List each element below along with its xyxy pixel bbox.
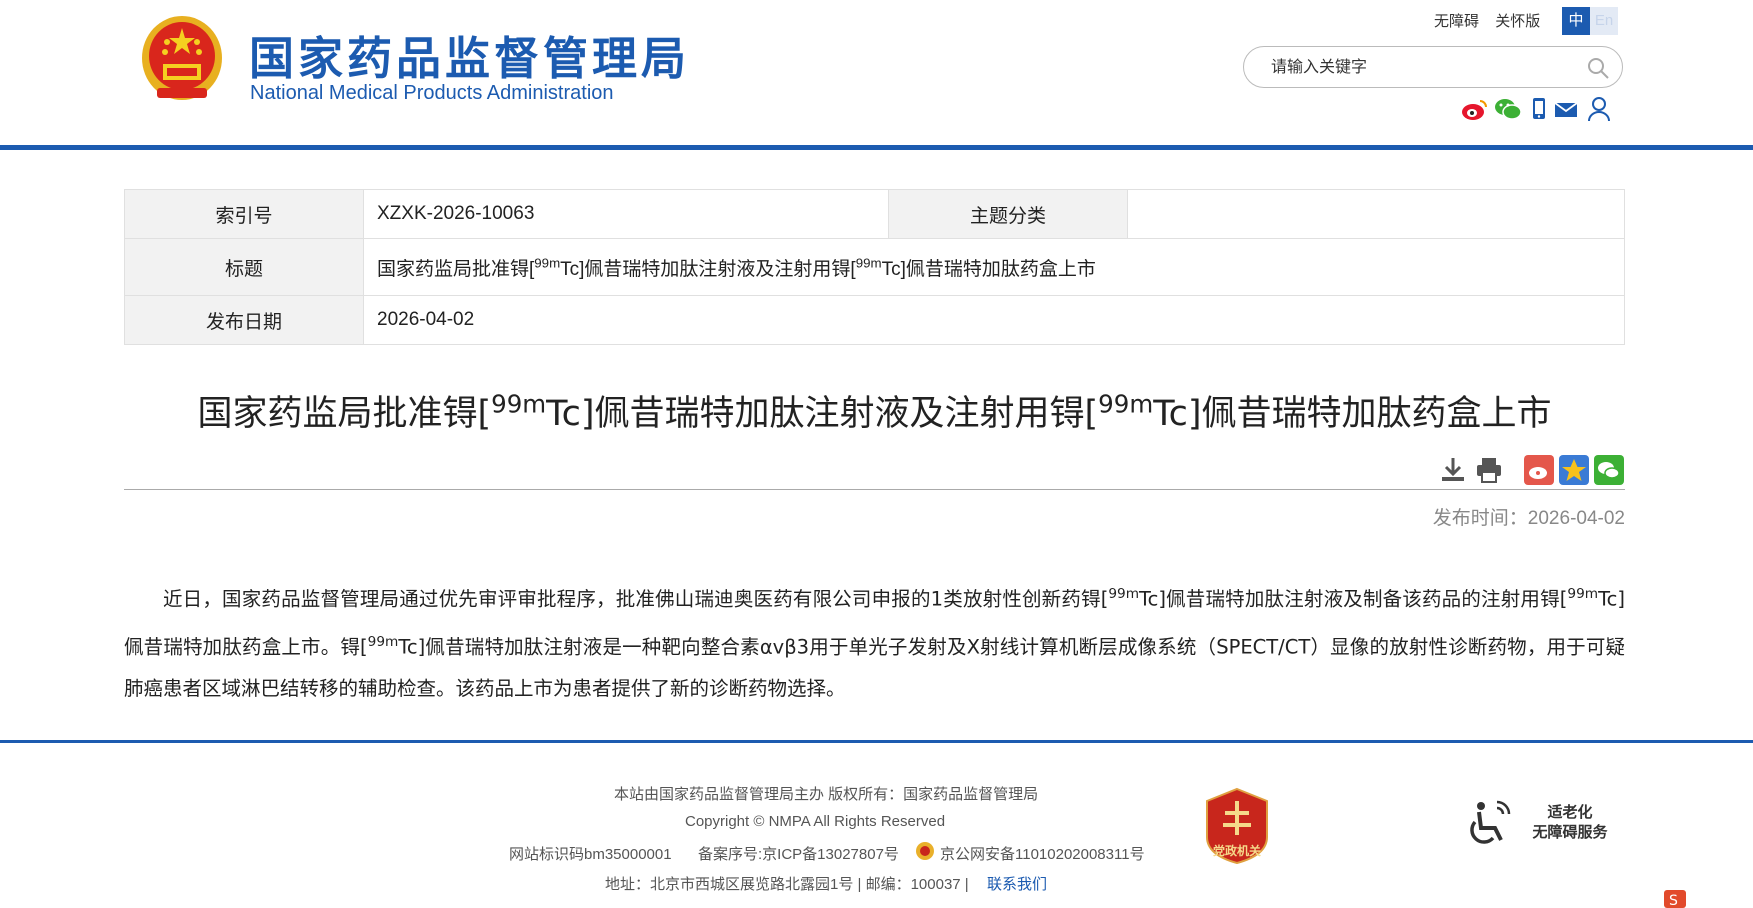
wheelchair-icon [1470,800,1511,844]
topic-label: 主题分类 [888,189,1128,239]
gov-agency-badge[interactable]: 党政机关 [1203,787,1271,865]
favorite-icon[interactable] [1559,455,1589,485]
site-header: 国家药品监督管理局 National Medical Products Admi… [0,0,1753,150]
date-value: 2026-04-02 [363,295,1625,345]
index-value: XZXK-2026-10063 [363,189,889,239]
article-title: 国家药监局批准锝[99mTc]佩昔瑞特加肽注射液及注射用锝[99mTc]佩昔瑞特… [197,389,1552,434]
article-divider [124,489,1625,490]
footer-divider [0,740,1753,743]
footer-contact-link[interactable]: 联系我们 [987,873,1047,894]
access-label-2: 无障碍服务 [1532,824,1608,841]
weibo-icon[interactable] [1461,96,1489,122]
mail-icon[interactable] [1554,96,1578,122]
footer-sponsor: 本站由国家药品监督管理局主办 版权所有：国家药品监督管理局 [614,786,1039,803]
site-title-en: National Medical Products Administration [250,82,614,104]
footer-copyright: Copyright © NMPA All Rights Reserved [685,813,946,830]
print-icon[interactable] [1474,455,1504,485]
search-input[interactable] [1269,55,1573,81]
access-label-1: 适老化 [1547,804,1593,821]
topic-value [1127,189,1625,239]
footer-police-link[interactable]: 京公网安备11010202008311号 [940,843,1145,864]
wechat-icon[interactable] [1494,96,1522,122]
user-icon[interactable] [1587,96,1611,122]
download-icon[interactable] [1438,455,1468,485]
search-icon[interactable] [1586,56,1610,80]
lang-cn-button[interactable]: 中 [1562,7,1590,35]
corner-widget-icon[interactable]: S [1662,888,1692,908]
info-table: 索引号 XZXK-2026-10063 主题分类 标题 国家药监局批准锝[99m… [124,189,1625,345]
lang-en-button[interactable]: En [1590,7,1618,35]
site-title-cn: 国家药品监督管理局 [249,32,691,85]
mobile-icon[interactable] [1530,96,1548,122]
publish-time: 发布时间：2026-04-02 [1432,508,1625,529]
footer-icp-link[interactable]: 备案序号:京ICP备13027807号 [698,843,899,864]
badge-text: 党政机关 [1212,844,1261,858]
footer-site-id: 网站标识码bm35000001 [509,846,672,863]
elderly-mode-link[interactable]: 关怀版 [1495,13,1540,30]
search-box [1243,46,1623,88]
top-links: 无障碍 关怀版 [1434,10,1552,31]
footer-address: 地址：北京市西城区展览路北露园1号 | 邮编：100037 | [605,876,969,893]
police-badge-icon [916,842,934,860]
accessibility-link[interactable]: 无障碍 [1434,13,1479,30]
title-value: 国家药监局批准锝[99mTc]佩昔瑞特加肽注射液及注射用锝[99mTc]佩昔瑞特… [363,238,1625,296]
article-body: 近日，国家药品监督管理局通过优先审评审批程序，批准佛山瑞迪奥医药有限公司申报的1… [124,586,1626,700]
share-wechat-icon[interactable] [1594,455,1624,485]
title-label: 标题 [124,238,364,296]
header-divider [0,145,1753,150]
date-label: 发布日期 [124,295,364,345]
svg-text:S: S [1669,893,1678,908]
national-emblem-logo[interactable] [139,14,225,106]
share-weibo-icon[interactable] [1524,455,1554,485]
index-label: 索引号 [124,189,364,239]
